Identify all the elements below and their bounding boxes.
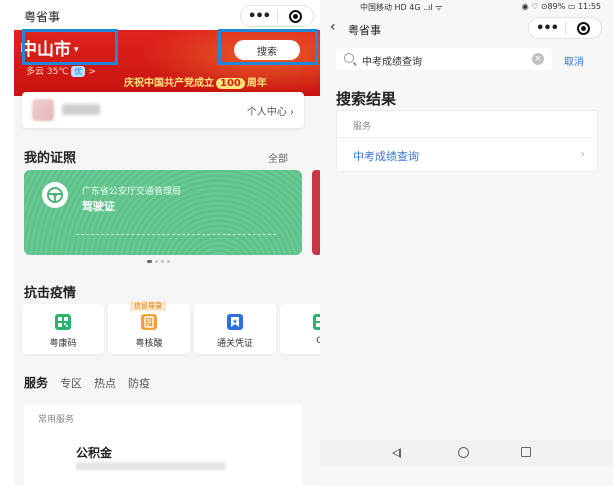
highlight-box-city — [22, 29, 118, 65]
license-number-redacted — [76, 234, 276, 235]
more-icon[interactable]: ••• — [241, 9, 277, 24]
capsule-menu[interactable]: ••• — [240, 5, 314, 27]
search-results-title: 搜索结果 — [336, 90, 397, 108]
miniprogram-header: 粤省事 ••• — [14, 0, 320, 30]
tab-zones[interactable]: 专区 — [60, 375, 82, 391]
next-license-card-peek[interactable] — [312, 170, 320, 255]
avatar — [32, 99, 54, 121]
epidemic-title: 抗击疫情 — [24, 286, 77, 301]
my-licenses-title: 我的证照 — [24, 151, 77, 166]
results-card: 服务 中考成绩查询 › — [336, 110, 598, 172]
more-icon[interactable]: ••• — [529, 21, 565, 36]
carousel-pager — [147, 260, 170, 263]
app-title: 粤省事 — [24, 10, 61, 24]
tile-health-code[interactable]: 粤康码 — [22, 304, 104, 354]
highlight-box-search — [218, 29, 318, 65]
license-name: 驾驶证 — [82, 200, 115, 213]
licenses-all-link[interactable]: 全部 — [268, 150, 288, 165]
bookmark-icon — [227, 314, 243, 330]
user-card[interactable]: 个人中心 › — [22, 92, 304, 128]
search-input[interactable]: 中考成绩查询 × — [336, 48, 552, 70]
pager-dot — [167, 260, 170, 263]
status-bar: 中国移动 HD 4G ..ıl ᯤ ◉ ♡ ⊙89% ▭ 11:55 — [320, 0, 613, 14]
close-target-icon[interactable] — [278, 9, 313, 23]
pager-dot — [155, 260, 158, 263]
qr-code-icon — [55, 314, 71, 330]
nav-title: 粤省事 — [348, 24, 381, 37]
aqi-badge: 优 — [71, 66, 86, 77]
clear-icon[interactable]: × — [532, 53, 544, 65]
tile-label: Gl — [316, 336, 320, 346]
tile-nucleic-acid[interactable]: 信息导录 粤核酸 — [108, 301, 190, 354]
chevron-right-icon: › — [580, 147, 585, 160]
capsule-menu[interactable]: ••• — [528, 17, 602, 39]
slogan-suffix: 周年 — [246, 78, 267, 89]
back-icon[interactable]: ‹ — [330, 19, 336, 35]
chevron-right-icon: > — [88, 67, 96, 77]
pager-dot-active — [147, 260, 152, 263]
slogan-text: 庆祝中国共产党成立 — [124, 78, 214, 89]
close-target-icon[interactable] — [566, 21, 601, 35]
service-tabs: 服务 专区 热点 防疫 — [24, 374, 150, 391]
epidemic-tiles: 粤康码 信息导录 粤核酸 通关凭证 Gl — [22, 301, 320, 354]
weather-text: 多云 35℃ — [26, 67, 69, 77]
weather-info[interactable]: 多云 35℃ 优 > — [26, 64, 96, 77]
recents-square-icon[interactable] — [521, 447, 531, 457]
tab-services[interactable]: 服务 — [24, 374, 48, 391]
common-services-label: 常用服务 — [38, 415, 75, 425]
steering-wheel-icon — [42, 182, 68, 208]
report-icon — [141, 314, 157, 330]
tile-label: 粤康码 — [49, 339, 77, 349]
tile-label: 通关凭证 — [216, 339, 253, 349]
back-triangle-icon[interactable] — [392, 448, 401, 458]
nav-bar: ‹ 粤省事 ••• — [320, 14, 613, 42]
service-item-housing-fund[interactable]: 公积金 — [76, 444, 112, 461]
common-services-card: 常用服务 公积金 — [24, 404, 302, 486]
tile-partial[interactable]: Gl — [280, 304, 320, 354]
result-divider — [337, 137, 597, 138]
tile-label: 粤核酸 — [135, 339, 163, 349]
status-icons: ◉ ♡ ⊙89% ▭ 11:55 — [521, 2, 601, 11]
android-nav-bar — [320, 440, 613, 466]
info-badge: 信息导录 — [130, 301, 166, 311]
tab-epidemic[interactable]: 防疫 — [128, 375, 150, 391]
cancel-button[interactable]: 取消 — [564, 53, 584, 68]
service-subtext-redacted — [76, 462, 226, 470]
tab-hot[interactable]: 热点 — [94, 375, 116, 391]
result-category: 服务 — [353, 122, 372, 132]
tile-customs-pass[interactable]: 通关凭证 — [194, 304, 276, 354]
result-item-exam-score[interactable]: 中考成绩查询 — [353, 148, 419, 164]
license-org: 广东省公安厅交通管理局 — [82, 187, 182, 197]
search-query: 中考成绩查询 — [362, 57, 422, 68]
slogan-number: 100 — [216, 78, 245, 89]
driver-license-card[interactable]: 广东省公安厅交通管理局 驾驶证 — [24, 170, 302, 255]
user-name-redacted — [62, 104, 100, 115]
pager-dot — [161, 260, 164, 263]
search-icon — [344, 53, 354, 63]
anniversary-slogan: 庆祝中国共产党成立 100 周年 — [124, 74, 267, 89]
user-center-link[interactable]: 个人中心 › — [247, 103, 294, 118]
home-circle-icon[interactable] — [458, 447, 469, 458]
right-screen: 中国移动 HD 4G ..ıl ᯤ ◉ ♡ ⊙89% ▭ 11:55 ‹ 粤省事… — [320, 0, 613, 486]
status-carrier: 中国移动 HD 4G ..ıl ᯤ — [360, 3, 443, 12]
left-screen: 粤省事 ••• 中山市 ▾ 多云 35℃ 优 > 庆祝中国共产党成立 100 周年 搜索 … — [14, 0, 320, 486]
grid-icon — [313, 314, 320, 330]
